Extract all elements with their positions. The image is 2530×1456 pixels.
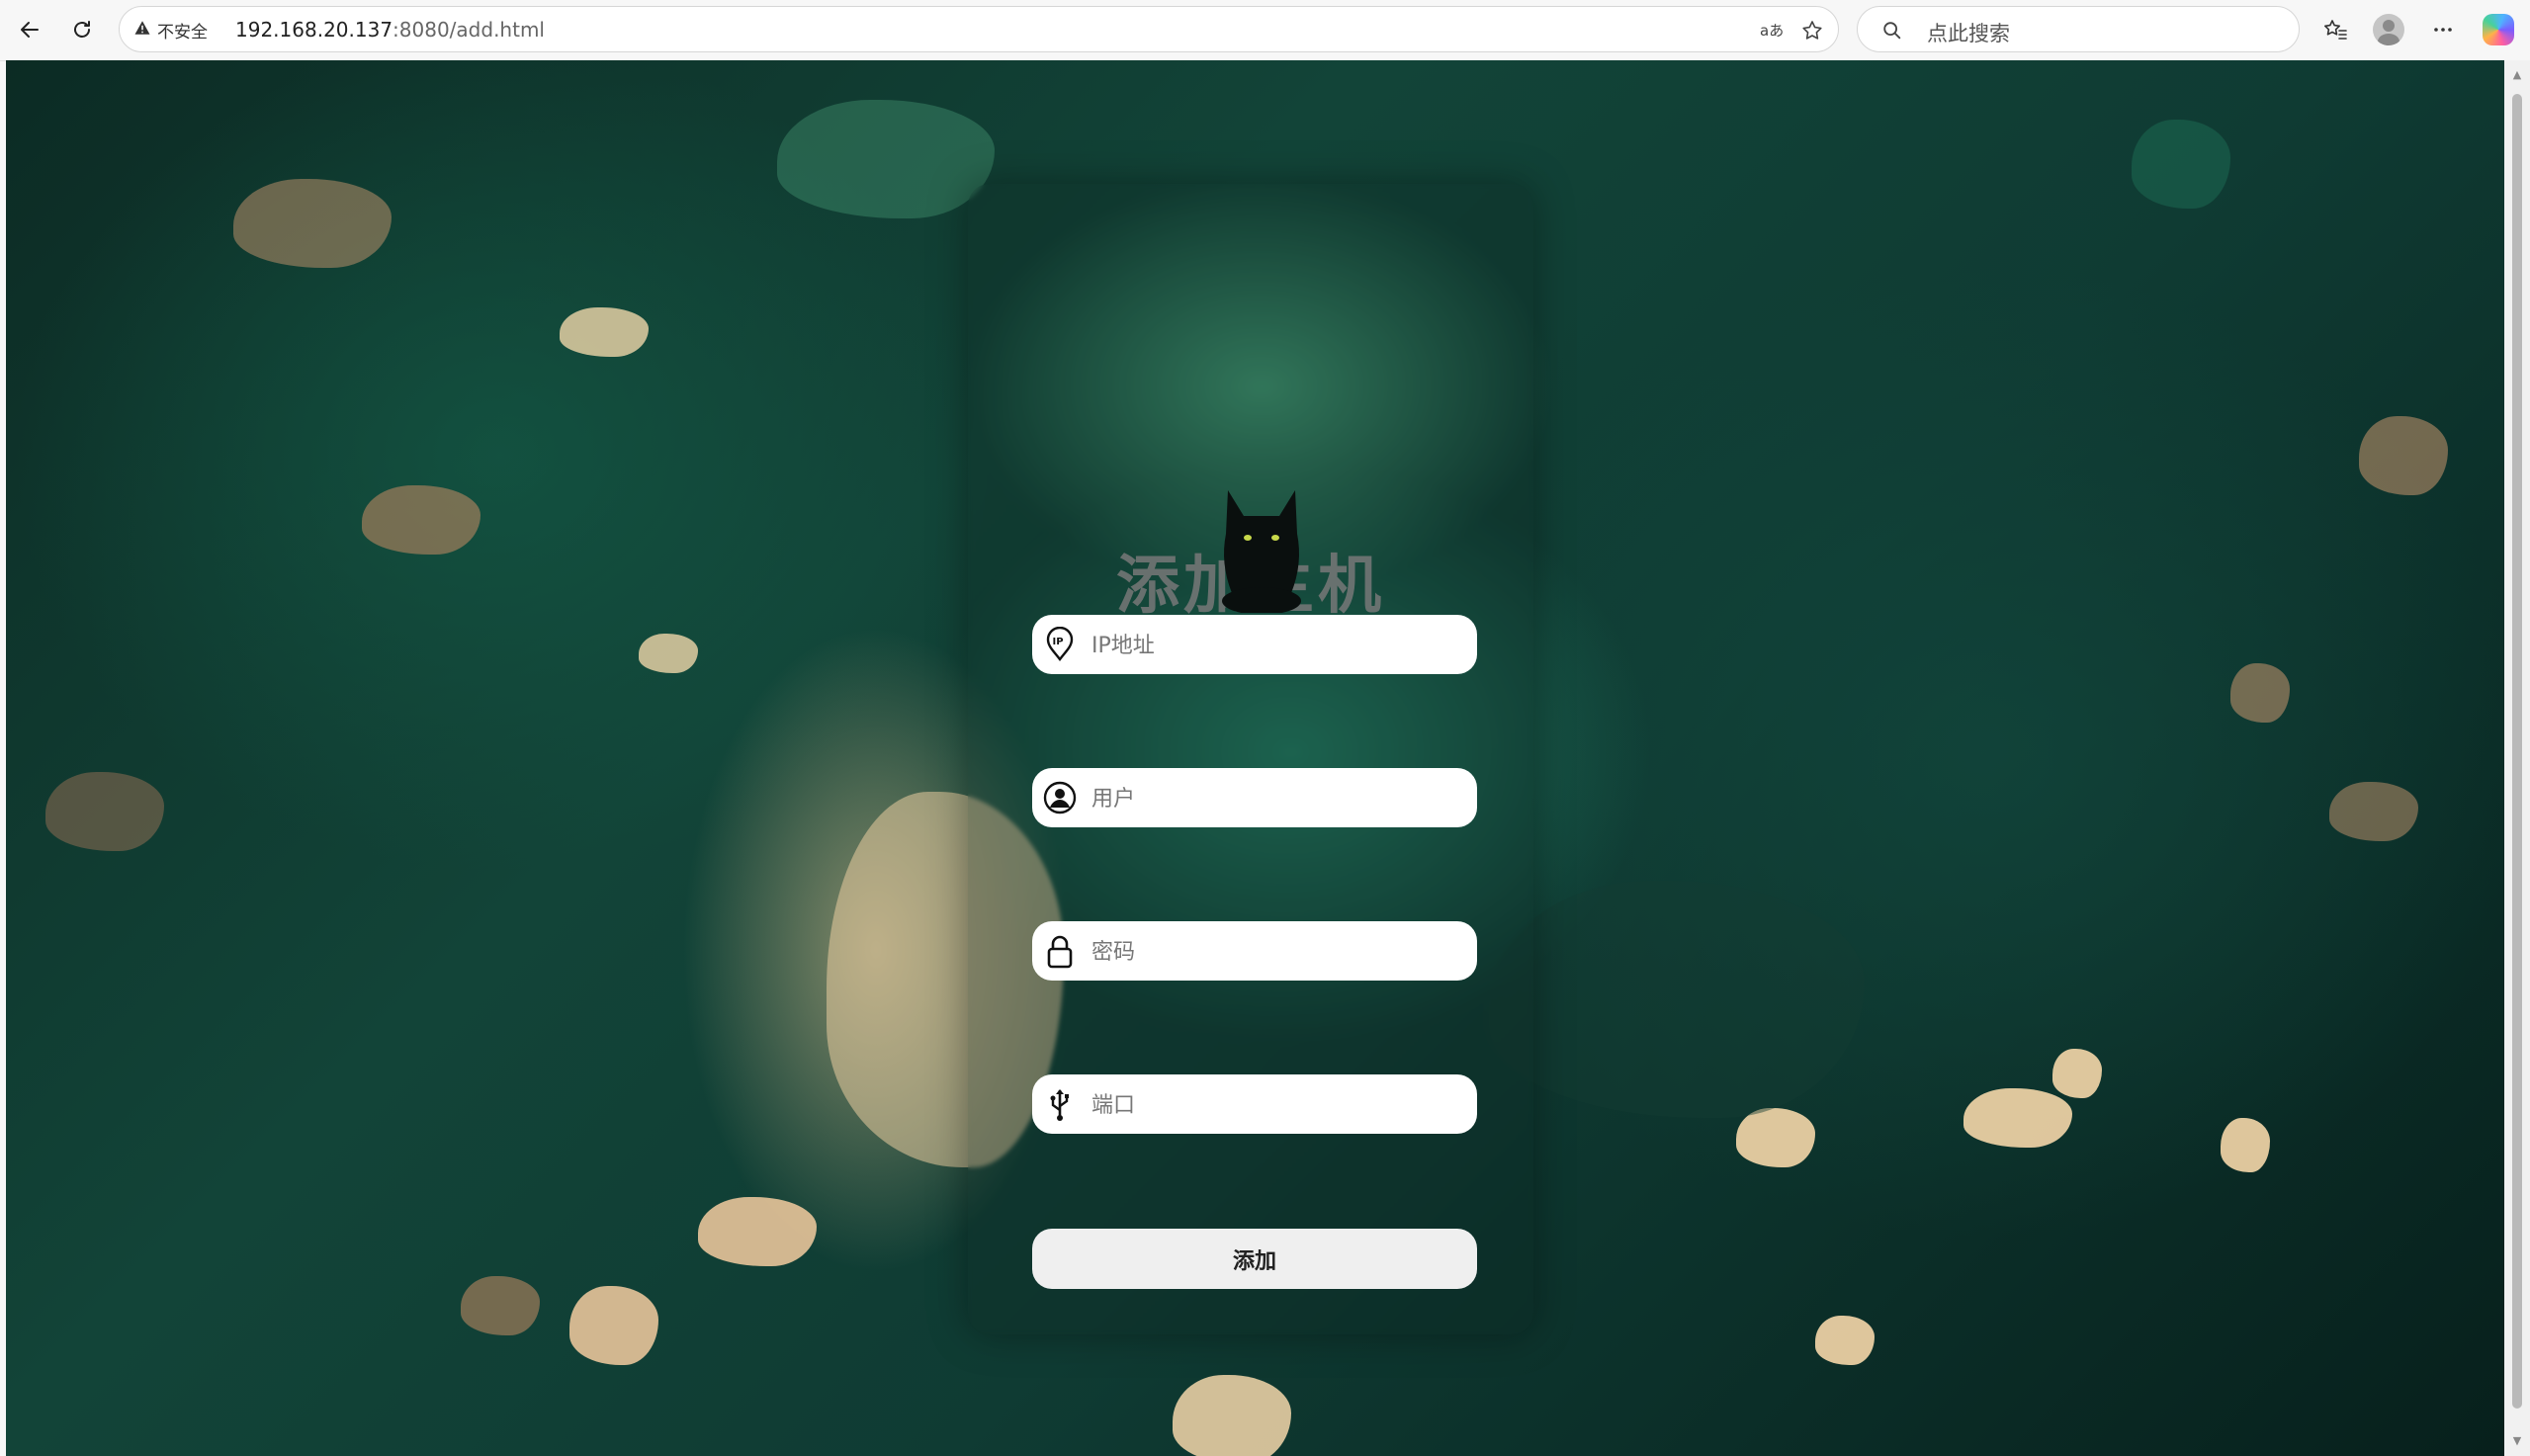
leaf-blob [698, 1197, 817, 1266]
scrollbar[interactable]: ▲ ▼ [2504, 60, 2530, 1456]
leaf-blob [639, 634, 698, 673]
add-button[interactable]: 添加 [1032, 1229, 1477, 1289]
scroll-up-icon[interactable]: ▲ [2511, 68, 2523, 81]
leaf-blob [1736, 1108, 1815, 1167]
url-host: 192.168.20.137 [235, 18, 393, 42]
security-label: 不安全 [157, 22, 208, 43]
star-icon[interactable] [1797, 16, 1827, 45]
security-indicator[interactable]: 不安全 [133, 17, 208, 43]
reload-icon[interactable] [65, 13, 99, 46]
svg-text:IP: IP [1053, 637, 1064, 647]
leaf-blob [1489, 881, 1865, 1118]
leaf-blob [2359, 416, 2448, 495]
form-card: 添加主机 [968, 184, 1533, 1334]
svg-text:aあ: aあ [1760, 22, 1784, 40]
usb-icon [1042, 1086, 1078, 1122]
cat-illustration [1214, 484, 1309, 615]
leaf-blob [2230, 663, 2290, 723]
scroll-down-icon[interactable]: ▼ [2511, 1434, 2523, 1447]
lock-icon [1042, 933, 1078, 969]
copilot-icon[interactable] [2483, 14, 2514, 45]
leaf-blob [1173, 1375, 1291, 1456]
favorites-icon[interactable] [2318, 13, 2352, 46]
search-icon [1877, 16, 1907, 45]
leaf-blob [45, 772, 164, 851]
ip-address-field[interactable]: IP [1032, 615, 1477, 676]
leaf-blob [2221, 1118, 2270, 1172]
read-aloud-icon[interactable]: aあ [1757, 16, 1787, 45]
password-input[interactable] [1090, 921, 1469, 983]
leaf-blob [1963, 1088, 2072, 1148]
scroll-thumb[interactable] [2512, 94, 2522, 1409]
ip-address-input[interactable] [1090, 615, 1469, 676]
leaf-blob [569, 1286, 658, 1365]
leaf-blob [461, 1276, 540, 1335]
browser-toolbar: 不安全 192.168.20.137:8080/add.html aあ 点此搜索 [0, 0, 2530, 61]
leaf-blob [1815, 1316, 1875, 1365]
leaf-blob [2132, 120, 2230, 209]
leaf-blob [777, 100, 995, 218]
leaf-blob [233, 179, 392, 268]
leaf-blob [2052, 1049, 2102, 1098]
url-path: :8080/add.html [393, 18, 545, 42]
avatar[interactable] [2373, 14, 2404, 45]
url-text[interactable]: 192.168.20.137:8080/add.html [235, 18, 545, 42]
leaf-blob [2329, 782, 2418, 841]
user-input[interactable] [1090, 768, 1469, 829]
port-input[interactable] [1090, 1074, 1469, 1136]
password-field[interactable] [1032, 921, 1477, 983]
back-arrow-icon[interactable] [13, 13, 46, 46]
user-icon [1042, 780, 1078, 815]
port-field[interactable] [1032, 1074, 1477, 1136]
warning-icon [133, 19, 151, 42]
browser-window: 不安全 192.168.20.137:8080/add.html aあ 点此搜索 [0, 0, 2530, 1456]
search-bar[interactable]: 点此搜索 [1857, 6, 2300, 52]
ip-location-icon: IP [1042, 626, 1078, 662]
search-placeholder: 点此搜索 [1927, 22, 2010, 45]
more-icon[interactable] [2426, 13, 2460, 46]
leaf-blob [362, 485, 480, 555]
address-bar[interactable]: 不安全 192.168.20.137:8080/add.html aあ [119, 6, 1839, 52]
leaf-blob [560, 307, 649, 357]
user-field[interactable] [1032, 768, 1477, 829]
